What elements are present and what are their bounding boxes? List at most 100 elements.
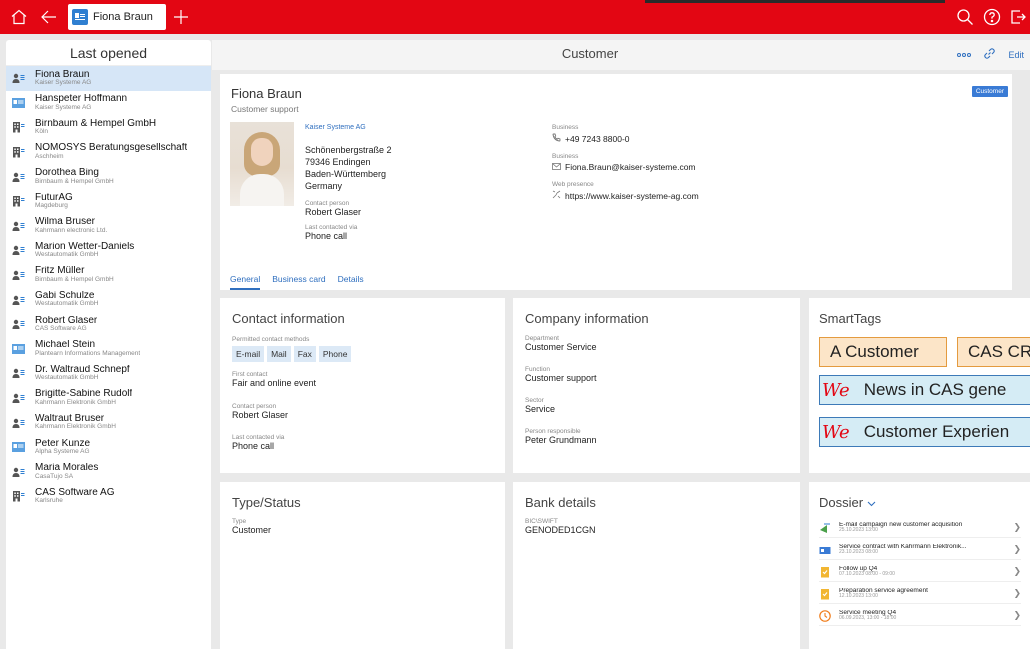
more-icon[interactable] bbox=[957, 50, 972, 60]
help-icon[interactable] bbox=[981, 6, 1003, 28]
list-item[interactable]: Gabi Schulze Westautomatik GmbH bbox=[6, 287, 211, 312]
list-item[interactable]: Marion Wetter-Daniels Westautomatik GmbH bbox=[6, 238, 211, 263]
contact-card-icon bbox=[12, 441, 25, 453]
phone-link[interactable]: +49 7243 8800-0 bbox=[552, 133, 699, 144]
contact-person-icon bbox=[12, 171, 25, 183]
tab-fiona-braun[interactable]: Fiona Braun bbox=[68, 4, 166, 30]
edit-button[interactable]: Edit bbox=[1008, 50, 1024, 60]
avatar bbox=[230, 122, 294, 206]
dossier-item-date: 23.10.2023 08:00 bbox=[839, 549, 878, 556]
task-icon bbox=[819, 588, 831, 600]
contact-person-icon bbox=[12, 220, 25, 232]
list-item-sub: Westautomatik GmbH bbox=[35, 300, 99, 308]
address-line: Baden-Württemberg bbox=[305, 169, 387, 179]
logout-icon[interactable] bbox=[1007, 6, 1029, 28]
smarttag-news[interactable]: We News in CAS gene bbox=[819, 375, 1030, 405]
contact-person-icon bbox=[12, 72, 25, 84]
smarttag-a-customer[interactable]: A Customer bbox=[819, 337, 947, 367]
list-item-sub: Karlsruhe bbox=[35, 497, 63, 505]
chip-email: E-mail bbox=[232, 346, 265, 362]
list-item[interactable]: NOMOSYS Beratungsgesellschaft Aschheim bbox=[6, 140, 211, 165]
list-item-name: Birnbaum & Hempel GmbH bbox=[35, 118, 157, 129]
list-item[interactable]: Waltraut Bruser Kahrmann Elektronik GmbH bbox=[6, 410, 211, 435]
list-item-sub: Kahrmann Elektronik GmbH bbox=[35, 423, 116, 431]
address-line: 79346 Endingen bbox=[305, 157, 371, 167]
list-item-sub: Kahrmann Elektronik GmbH bbox=[35, 398, 116, 406]
link-icon[interactable] bbox=[983, 47, 996, 62]
dossier-item[interactable]: Service contract with Kahrmann Elektroni… bbox=[819, 540, 1021, 560]
last-opened-panel: Last opened Fiona Braun Kaiser Systeme AG… bbox=[6, 40, 211, 649]
type-field: Type Customer bbox=[232, 518, 272, 535]
type-status-card: Type/Status Type Customer bbox=[220, 482, 505, 649]
tab-business-card[interactable]: Business card bbox=[272, 274, 325, 290]
last-contacted-field: Last contacted via Phone call bbox=[232, 434, 285, 451]
company-information-card: Company information Department Customer … bbox=[513, 298, 800, 473]
tab-general[interactable]: General bbox=[230, 274, 261, 290]
list-item-sub: Magdeburg bbox=[35, 202, 68, 210]
list-item[interactable]: Fritz Müller Birnbaum & Hempel GmbH bbox=[6, 263, 211, 288]
detail-tabs: General Business card Details bbox=[220, 274, 1012, 290]
customer-name: Fiona Braun bbox=[231, 86, 302, 101]
company-icon bbox=[12, 121, 25, 133]
address-line: Germany bbox=[305, 181, 343, 191]
contact-person-icon bbox=[12, 466, 25, 478]
list-item[interactable]: Peter Kunze Alpha Systeme AG bbox=[6, 435, 211, 460]
list-item[interactable]: Maria Morales CasaTujo SA bbox=[6, 460, 211, 485]
contact-person-field: Contact person Robert Glaser bbox=[232, 403, 289, 420]
list-item[interactable]: Dr. Waltraud Schnepf Westautomatik GmbH bbox=[6, 361, 211, 386]
list-item[interactable]: Michael Stein Plantearn Informations Mana… bbox=[6, 337, 211, 362]
person-responsible-field: Person responsible Peter Grundmann bbox=[525, 428, 597, 445]
list-item-sub: Alpha Systeme AG bbox=[35, 448, 90, 456]
company-link[interactable]: Kaiser Systeme AG bbox=[305, 124, 392, 131]
campaign-icon bbox=[819, 522, 831, 534]
last-opened-title: Last opened bbox=[6, 40, 211, 66]
dossier-item[interactable]: Preparation service agreement 12.10.2023 … bbox=[819, 584, 1021, 604]
dossier-item[interactable]: E-mail campaign new customer acquisition… bbox=[819, 518, 1021, 538]
list-item[interactable]: Robert Glaser CAS Software AG bbox=[6, 312, 211, 337]
sector-field: Sector Service bbox=[525, 397, 556, 414]
list-item[interactable]: Fiona Braun Kaiser Systeme AG bbox=[6, 66, 211, 91]
section-title: Bank details bbox=[525, 495, 596, 510]
contact-methods-field: Permitted contact methods E-mail Mail Fa… bbox=[232, 336, 352, 362]
company-icon bbox=[12, 146, 25, 158]
smarttag-cas-cr[interactable]: CAS CR bbox=[957, 337, 1030, 367]
contact-card-icon bbox=[12, 343, 25, 355]
chevron-right-icon: ❯ bbox=[1013, 522, 1021, 532]
list-item[interactable]: Dorothea Bing Birnbaum & Hempel GmbH bbox=[6, 164, 211, 189]
email-link[interactable]: Fiona.Braun@kaiser-systeme.com bbox=[552, 162, 699, 172]
appointment-icon bbox=[819, 609, 831, 622]
we-logo-icon: We bbox=[822, 421, 850, 443]
dossier-item[interactable]: Follow up Q4 07.10.2023 08:00 - 09:00 ❯ bbox=[819, 562, 1021, 582]
list-item[interactable]: CAS Software AG Karlsruhe bbox=[6, 484, 211, 509]
home-icon[interactable] bbox=[8, 6, 30, 28]
address-block: Kaiser Systeme AG Schönenbergstraße 2 79… bbox=[305, 124, 392, 241]
contact-person-icon bbox=[12, 367, 25, 379]
dossier-header[interactable]: Dossier bbox=[819, 495, 876, 510]
contact-person-icon bbox=[12, 417, 25, 429]
top-bar: Fiona Braun bbox=[0, 0, 1030, 34]
back-arrow-icon[interactable] bbox=[38, 6, 60, 28]
dossier-item-date: 07.10.2023 08:00 - 09:00 bbox=[839, 571, 895, 578]
section-title: Type/Status bbox=[232, 495, 301, 510]
dossier-card: Dossier E-mail campaign new customer acq… bbox=[809, 482, 1030, 649]
dossier-item[interactable]: Service meeting Q4 06.09.2023, 13:00 - 18… bbox=[819, 606, 1021, 626]
list-item[interactable]: FuturAG Magdeburg bbox=[6, 189, 211, 214]
window-strip bbox=[645, 0, 945, 3]
tab-details[interactable]: Details bbox=[338, 274, 364, 290]
mail-icon bbox=[552, 162, 561, 172]
tab-label: Fiona Braun bbox=[93, 11, 153, 23]
list-item[interactable]: Hanspeter Hoffmann Kaiser Systeme AG bbox=[6, 91, 211, 116]
main-header: Customer Edit bbox=[212, 40, 1030, 70]
email-label: Business bbox=[552, 153, 579, 160]
smarttag-customer-experience[interactable]: We Customer Experien bbox=[819, 417, 1030, 447]
list-item[interactable]: Birnbaum & Hempel GmbH Köln bbox=[6, 115, 211, 140]
company-icon bbox=[12, 490, 25, 502]
search-icon[interactable] bbox=[954, 6, 976, 28]
recent-list: Fiona Braun Kaiser Systeme AG Hanspeter Ho… bbox=[6, 66, 211, 509]
list-item[interactable]: Wilma Bruser Kahrmann electronic Ltd. bbox=[6, 214, 211, 239]
plus-icon[interactable] bbox=[170, 6, 192, 28]
web-link[interactable]: https://www.kaiser-systeme-ag.com bbox=[552, 190, 699, 201]
chip-mail: Mail bbox=[267, 346, 291, 362]
list-item[interactable]: Brigitte-Sabine Rudolf Kahrmann Elektroni… bbox=[6, 386, 211, 411]
list-item-sub: Birnbaum & Hempel GmbH bbox=[35, 275, 114, 283]
